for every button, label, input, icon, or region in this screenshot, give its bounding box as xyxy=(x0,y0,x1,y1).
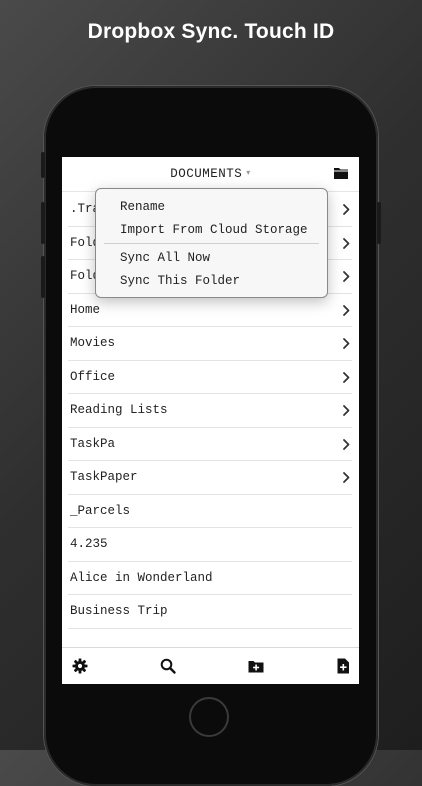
chevron-right-icon xyxy=(343,472,350,483)
phone-volume-down-button xyxy=(41,256,45,298)
context-menu: Rename Import From Cloud Storage Sync Al… xyxy=(95,188,328,298)
phone-power-button xyxy=(377,202,381,244)
folder-row[interactable]: Office xyxy=(68,361,352,394)
phone-side-button xyxy=(41,152,45,178)
top-bar: DOCUMENTS ▾ xyxy=(62,157,359,192)
row-label: Home xyxy=(70,302,101,317)
row-label: Alice in Wonderland xyxy=(70,570,213,585)
row-label: 4.235 xyxy=(70,537,108,551)
headline: Dropbox Sync. Touch ID xyxy=(87,20,335,43)
chevron-right-icon xyxy=(343,338,350,349)
row-label: Business Trip xyxy=(70,604,168,618)
menu-item-rename[interactable]: Rename xyxy=(120,197,165,217)
folder-row[interactable]: Reading Lists xyxy=(68,394,352,428)
chevron-right-icon xyxy=(343,304,350,316)
row-label: _Parcels xyxy=(70,503,131,518)
folder-add-icon[interactable] xyxy=(247,657,265,675)
document-add-icon[interactable] xyxy=(334,657,352,675)
search-icon[interactable] xyxy=(159,657,177,675)
chevron-right-icon xyxy=(343,405,350,416)
menu-item-import-from-cloud-storage[interactable]: Import From Cloud Storage xyxy=(120,220,308,240)
file-row[interactable]: Business Trip xyxy=(68,595,352,629)
row-label: Office xyxy=(70,369,116,384)
file-row[interactable]: 4.235 xyxy=(68,528,352,562)
chevron-right-icon xyxy=(343,204,350,215)
file-row[interactable]: _Parcels xyxy=(68,495,352,528)
folder-row[interactable]: TaskPa xyxy=(68,428,352,461)
row-label: TaskPaper xyxy=(70,470,138,484)
chevron-right-icon xyxy=(343,371,350,383)
folder-row[interactable]: TaskPaper xyxy=(68,461,352,495)
bottom-toolbar xyxy=(62,647,359,684)
file-row[interactable]: Alice in Wonderland xyxy=(68,562,352,595)
folder-title: DOCUMENTS xyxy=(170,167,243,181)
row-label: TaskPa xyxy=(70,436,116,451)
menu-item-sync-this-folder[interactable]: Sync This Folder xyxy=(120,271,240,291)
folder-row[interactable]: Movies xyxy=(68,327,352,361)
row-label: Reading Lists xyxy=(70,403,168,417)
chevron-right-icon xyxy=(343,271,350,282)
folder-icon[interactable] xyxy=(333,166,349,180)
menu-divider xyxy=(104,243,319,244)
folder-title-dropdown[interactable]: DOCUMENTS ▾ xyxy=(62,167,359,181)
chevron-right-icon xyxy=(343,237,350,249)
home-button[interactable] xyxy=(189,697,229,737)
phone-volume-up-button xyxy=(41,202,45,244)
row-label: Movies xyxy=(70,336,116,350)
menu-item-sync-all-now[interactable]: Sync All Now xyxy=(120,248,210,268)
chevron-down-icon: ▾ xyxy=(246,169,251,178)
folder-row[interactable]: Home xyxy=(68,294,352,327)
gear-icon[interactable] xyxy=(71,657,89,675)
chevron-right-icon xyxy=(343,438,350,450)
